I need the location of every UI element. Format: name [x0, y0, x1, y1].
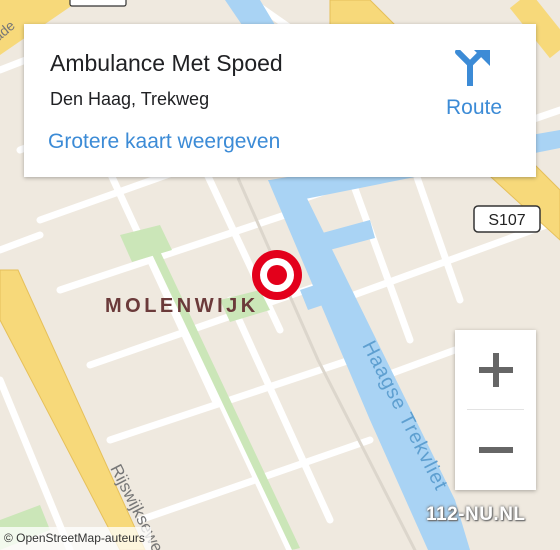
- place-title: Ambulance Met Spoed: [50, 50, 283, 76]
- road-shield: S107: [473, 205, 541, 233]
- location-target-icon[interactable]: [252, 250, 302, 300]
- route-button[interactable]: Route: [438, 50, 510, 122]
- zoom-control: [455, 330, 536, 490]
- road-shield-label: S107: [488, 212, 525, 229]
- watermark: 112-NU.NL: [426, 504, 526, 525]
- place-info-card: Ambulance Met Spoed Den Haag, Trekweg Gr…: [24, 24, 536, 177]
- zoom-in-button[interactable]: [455, 330, 536, 410]
- map-attribution[interactable]: © OpenStreetMap-auteurs: [0, 527, 151, 550]
- minus-icon: [478, 447, 513, 453]
- plus-icon: [478, 353, 513, 387]
- turn-right-arrow-icon: [455, 50, 490, 86]
- bigger-map-link[interactable]: Grotere kaart weergeven: [48, 130, 280, 154]
- zoom-out-button[interactable]: [455, 410, 536, 490]
- neighborhood-label: MOLENWIJK: [105, 295, 259, 317]
- place-address: Den Haag, Trekweg: [50, 89, 210, 109]
- route-label: Route: [445, 96, 503, 119]
